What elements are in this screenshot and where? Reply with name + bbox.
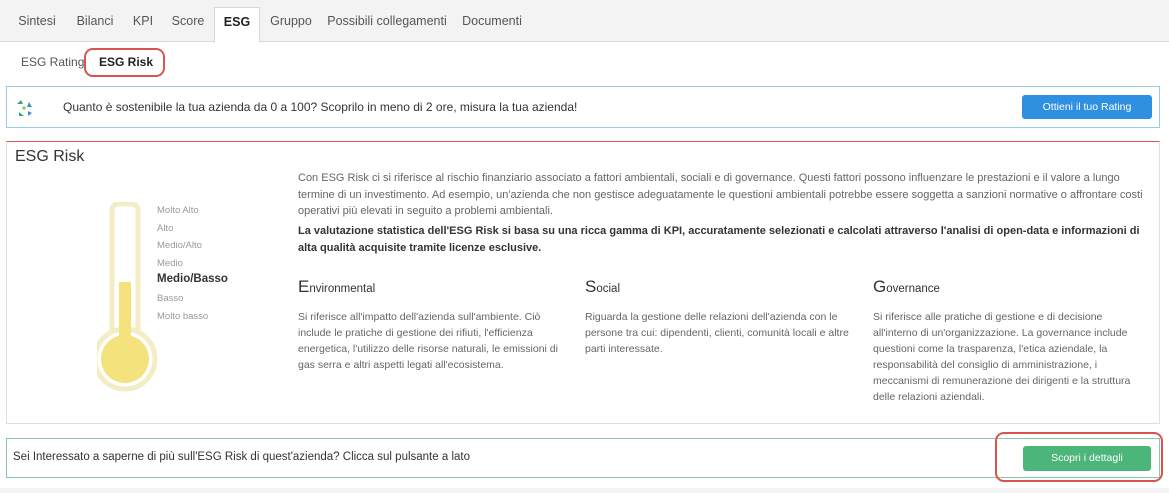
governance-column: Governance Si riferisce alle pratiche di… [873,276,1143,405]
cta-text: Sei Interessato a saperne di più sull'ES… [13,451,470,463]
tab-sintesi[interactable]: Sintesi [8,7,66,42]
tab-esg[interactable]: ESG [214,7,260,43]
details-cta-bar: Sei Interessato a saperne di più sull'ES… [6,438,1160,478]
page-bottom-strip [0,488,1169,493]
tab-documenti[interactable]: Documenti [452,7,532,42]
environmental-text: Si riferisce all'impatto dell'azienda su… [298,311,558,371]
governance-text: Si riferisce alle pratiche di gestione e… [873,311,1131,403]
social-heading: Social [585,277,620,296]
risk-level-molto-alto: Molto Alto [157,205,199,216]
environmental-column: Environmental Si riferisce all'impatto d… [298,276,568,373]
esg-risk-intro: Con ESG Risk ci si riferisce al rischio … [298,172,1143,217]
main-tab-bar: Sintesi Bilanci KPI Score ESG Gruppo Pos… [0,0,1169,43]
governance-heading: Governance [873,277,940,296]
discover-details-button[interactable]: Scopri i dettagli [1023,446,1151,471]
social-text: Riguarda la gestione delle relazioni del… [585,311,849,355]
tab-possibili-collegamenti[interactable]: Possibili collegamenti [322,7,452,42]
risk-level-medio: Medio [157,258,183,269]
esg-risk-methodology: La valutazione statistica dell'ESG Risk … [298,225,1140,254]
risk-level-basso: Basso [157,293,184,304]
subtab-esg-risk[interactable]: ESG Risk [99,55,153,69]
tab-kpi[interactable]: KPI [124,7,162,42]
subtab-esg-rating[interactable]: ESG Rating [21,55,84,69]
panel-title: ESG Risk [15,148,85,165]
tab-gruppo[interactable]: Gruppo [260,7,322,42]
risk-level-medio-basso: Medio/Basso [157,273,228,285]
rating-promo-banner: Quanto è sostenibile la tua azienda da 0… [6,86,1160,128]
environmental-heading: Environmental [298,277,376,296]
esg-risk-panel: ESG Risk Molto Alto Alto Medio/Alto Medi… [6,141,1160,424]
get-rating-button[interactable]: Ottieni il tuo Rating [1022,95,1152,119]
promo-text: Quanto è sostenibile la tua azienda da 0… [63,100,578,114]
esg-subtab-bar: ESG Rating ESG Risk [0,42,1169,82]
risk-level-molto-basso: Molto basso [157,311,209,322]
risk-level-medio-alto: Medio/Alto [157,240,202,251]
recycle-icon [17,100,32,116]
social-column: Social Riguarda la gestione delle relazi… [585,276,855,357]
tab-bilanci[interactable]: Bilanci [66,7,124,42]
risk-level-alto: Alto [157,223,174,234]
tab-score[interactable]: Score [162,7,214,42]
